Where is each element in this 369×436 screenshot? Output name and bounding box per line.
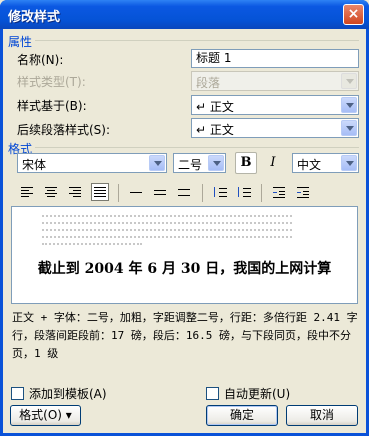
cancel-button[interactable]: 取消: [286, 405, 358, 426]
chevron-down-icon[interactable]: [341, 155, 357, 171]
font-size-select[interactable]: 二号: [173, 153, 226, 173]
preview-previous-paragraph: [42, 243, 142, 245]
chevron-down-icon[interactable]: [149, 155, 165, 171]
properties-group-label: 属性: [8, 35, 33, 49]
font-select[interactable]: 宋体: [17, 153, 167, 173]
bold-button[interactable]: B: [235, 152, 257, 174]
add-to-template-checkbox[interactable]: [11, 387, 24, 400]
double-spacing-icon[interactable]: [176, 184, 194, 202]
chevron-down-icon[interactable]: [208, 155, 224, 171]
properties-divider: [35, 40, 359, 41]
next-style-value: ↵ 正文: [196, 123, 234, 137]
preview-sample-text: 截止到 2004 年 6 月 30 日，我国的上网计算: [37, 261, 332, 277]
next-style-select[interactable]: ↵ 正文: [191, 118, 359, 138]
decrease-spacing-icon[interactable]: [235, 184, 253, 202]
name-label: 名称(N):: [17, 53, 64, 67]
single-spacing-icon[interactable]: [128, 184, 146, 202]
dialog-title: 修改样式: [8, 10, 61, 25]
add-to-template-label[interactable]: 添加到模板(A): [29, 385, 107, 402]
style-type-select: 段落: [191, 71, 359, 91]
preview-previous-paragraph: [42, 215, 292, 217]
style-description: 正文 + 字体：二号，加粗，字距调整二号，行距：多倍行距 2.41 字行，段落间…: [12, 311, 358, 360]
align-center-icon[interactable]: [43, 184, 61, 202]
increase-indent-icon[interactable]: [295, 184, 313, 202]
toolbar-separator: [202, 184, 203, 202]
decrease-indent-icon[interactable]: [271, 184, 289, 202]
auto-update-label[interactable]: 自动更新(U): [224, 385, 290, 402]
format-menu-button[interactable]: 格式(O) ▾: [10, 405, 81, 426]
auto-update-checkbox[interactable]: [206, 387, 219, 400]
title-bar[interactable]: 修改样式 ×: [0, 0, 369, 29]
dialog-body: 属性 名称(N): 标题 1 样式类型(T): 段落 样式基于(B): ↵ 正文…: [3, 29, 366, 433]
increase-spacing-icon[interactable]: [211, 184, 229, 202]
name-field[interactable]: 标题 1: [191, 49, 359, 68]
toolbar-separator: [261, 184, 262, 202]
based-on-label: 样式基于(B):: [17, 99, 87, 113]
based-on-select[interactable]: ↵ 正文: [191, 95, 359, 115]
ok-button[interactable]: 确定: [206, 405, 278, 426]
toolbar-separator: [118, 184, 119, 202]
based-on-value: ↵ 正文: [196, 100, 234, 114]
font-value: 宋体: [22, 158, 47, 172]
align-right-icon[interactable]: [67, 184, 85, 202]
preview-previous-paragraph: [42, 222, 292, 224]
style-type-label: 样式类型(T):: [17, 75, 86, 89]
modify-style-dialog: 修改样式 × 属性 名称(N): 标题 1 样式类型(T): 段落 样式基于(B…: [0, 0, 369, 436]
style-type-value: 段落: [196, 76, 221, 90]
font-size-value: 二号: [178, 158, 203, 172]
format-divider: [35, 147, 359, 148]
justify-icon[interactable]: [91, 183, 109, 201]
chevron-down-icon: [341, 73, 357, 89]
next-style-label: 后续段落样式(S):: [17, 123, 111, 137]
align-left-icon[interactable]: [19, 184, 37, 202]
chevron-down-icon[interactable]: [341, 120, 357, 136]
style-preview: 截止到 2004 年 6 月 30 日，我国的上网计算: [11, 206, 358, 304]
language-value: 中文: [297, 158, 322, 172]
close-button[interactable]: ×: [343, 4, 364, 25]
preview-previous-paragraph: [42, 236, 292, 238]
chevron-down-icon[interactable]: [341, 97, 357, 113]
one-half-spacing-icon[interactable]: [152, 184, 170, 202]
language-select[interactable]: 中文: [292, 153, 359, 173]
preview-previous-paragraph: [42, 229, 292, 231]
italic-button[interactable]: I: [262, 152, 284, 174]
